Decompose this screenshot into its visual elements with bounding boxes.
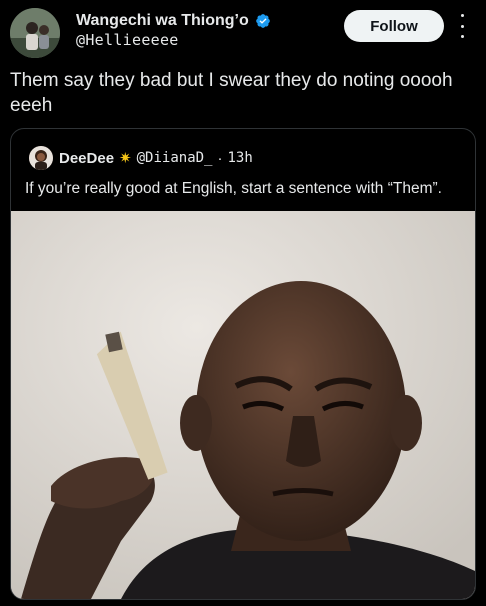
quoted-timestamp[interactable]: 13h (227, 150, 252, 166)
quoted-tweet-text: If you’re really good at English, start … (25, 180, 442, 197)
tweet-container: Wangechi wa Thiong’o @Hellieeeee Follow … (0, 0, 486, 606)
author-name-row[interactable]: Wangechi wa Thiong’o (76, 12, 271, 30)
verified-badge-icon (255, 14, 270, 28)
quoted-handle[interactable]: @DiianaD_ (137, 150, 213, 166)
tweet-text: Them say they bad but I swear they do no… (10, 70, 453, 116)
quoted-avatar-image (29, 146, 53, 170)
quoted-tweet-card[interactable]: DeeDee ✷ @DiianaD_ · 13h If you’re reall… (10, 128, 476, 600)
quoted-header: DeeDee ✷ @DiianaD_ · 13h (59, 149, 253, 168)
author-display-name[interactable]: Wangechi wa Thiong’o (76, 12, 249, 30)
sparkle-emoji-icon: ✷ (119, 150, 132, 167)
follow-button[interactable]: Follow (344, 10, 444, 42)
quoted-display-name[interactable]: DeeDee (59, 150, 114, 167)
photo-illustration (11, 211, 475, 599)
quoted-media-photo[interactable] (11, 211, 475, 599)
quoted-author-avatar[interactable] (29, 146, 53, 170)
separator-dot: · (217, 149, 223, 167)
more-vertical-icon[interactable] (455, 14, 469, 38)
avatar-image (10, 8, 60, 58)
author-handle[interactable]: @Hellieeeee (76, 31, 179, 49)
author-avatar[interactable] (10, 8, 60, 58)
